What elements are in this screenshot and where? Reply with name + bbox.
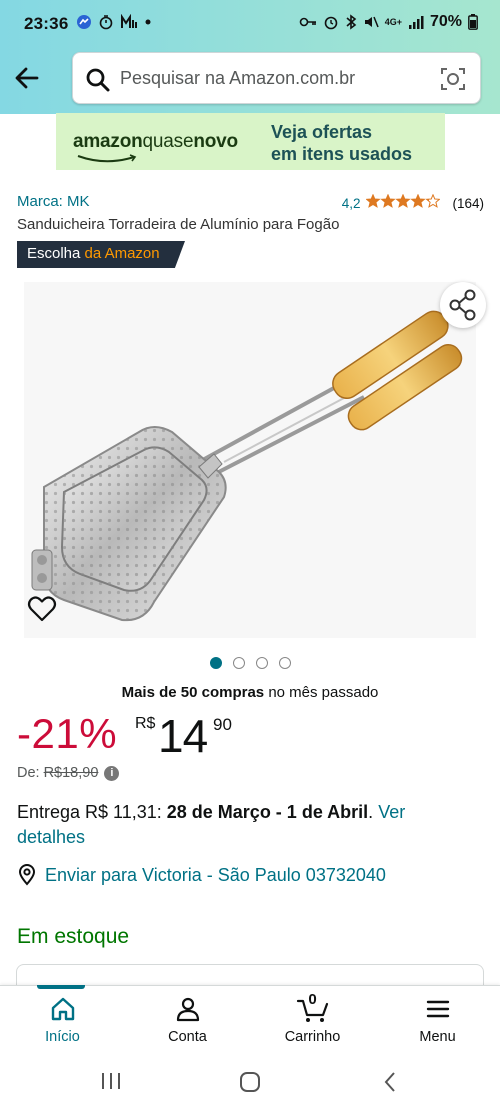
ship-to-text: Enviar para Victoria - São Paulo 0373204… bbox=[45, 864, 386, 885]
location-pin-icon bbox=[18, 864, 36, 886]
ship-to-location[interactable]: Enviar para Victoria - São Paulo 0373204… bbox=[17, 864, 386, 886]
nav-cart-label: Carrinho bbox=[284, 1029, 341, 1045]
status-left-icons bbox=[76, 14, 152, 30]
arrow-left-icon bbox=[15, 67, 39, 89]
brand-link[interactable]: Marca: MK bbox=[17, 193, 90, 210]
rating-count: (164) bbox=[452, 196, 484, 211]
heart-icon bbox=[27, 596, 57, 622]
nav-home[interactable]: Início bbox=[0, 985, 125, 1054]
back-system-button[interactable] bbox=[382, 1071, 398, 1098]
price-cents: 90 bbox=[213, 715, 232, 734]
notification-dot-icon bbox=[144, 18, 152, 26]
rating-score: 4,2 bbox=[341, 196, 361, 211]
status-right-icons: 4G+ 70% bbox=[299, 13, 478, 31]
banner-brand: amazonquasenovo bbox=[73, 131, 238, 152]
delivery-info: Entrega R$ 11,31: 28 de Março - 1 de Abr… bbox=[17, 802, 406, 847]
recent-apps-icon bbox=[102, 1073, 120, 1089]
image-dot-4[interactable] bbox=[279, 657, 291, 669]
key-icon bbox=[299, 15, 317, 29]
system-nav-bar bbox=[0, 1053, 500, 1111]
rating-stars bbox=[366, 194, 441, 213]
signal-icon bbox=[408, 15, 424, 29]
person-icon bbox=[125, 996, 250, 1024]
status-time: 23:36 bbox=[24, 14, 69, 33]
list-price: De: R$18,90 i bbox=[17, 765, 120, 781]
banner-cta: Veja ofertas em itens usados bbox=[271, 122, 413, 164]
image-pagination[interactable] bbox=[210, 657, 291, 669]
network-type: 4G+ bbox=[384, 16, 402, 27]
list-price-value: R$18,90 bbox=[43, 765, 99, 781]
battery-percent: 70% bbox=[429, 13, 462, 30]
image-dot-1[interactable] bbox=[210, 657, 222, 669]
info-icon[interactable]: i bbox=[104, 765, 120, 781]
alarm-icon bbox=[323, 14, 339, 30]
timer-icon bbox=[98, 14, 114, 30]
home-icon bbox=[0, 996, 125, 1024]
search-icon bbox=[85, 67, 111, 98]
status-bar: 23:36 4G+ 70% bbox=[0, 0, 500, 50]
home-circle-icon bbox=[240, 1072, 260, 1092]
back-button[interactable] bbox=[10, 60, 46, 96]
amazon-smile-icon bbox=[76, 151, 140, 169]
home-system-button[interactable] bbox=[239, 1071, 261, 1098]
wishlist-button[interactable] bbox=[26, 593, 58, 625]
messenger-icon bbox=[76, 14, 92, 30]
nav-account[interactable]: Conta bbox=[125, 986, 250, 1054]
menu-icon bbox=[375, 996, 500, 1024]
nav-menu[interactable]: Menu bbox=[375, 986, 500, 1054]
bottom-nav: Início Conta 0 Carrinho Menu bbox=[0, 985, 500, 1053]
delivery-dates: 28 de Março - 1 de Abril bbox=[166, 802, 369, 822]
bought-past-month: Mais de 50 compras no mês passado bbox=[121, 684, 379, 701]
product-image[interactable] bbox=[24, 282, 476, 638]
mute-icon bbox=[363, 14, 379, 30]
image-dot-2[interactable] bbox=[233, 657, 245, 669]
recent-apps-button[interactable] bbox=[100, 1071, 122, 1096]
product-title: Sanduicheira Torradeira de Alumínio para… bbox=[17, 216, 340, 233]
camera-search-icon[interactable] bbox=[439, 65, 467, 98]
rating-summary[interactable]: 4,2 (164) bbox=[342, 194, 484, 213]
discount-percent: -21% bbox=[17, 710, 118, 757]
battery-icon bbox=[468, 14, 478, 30]
nav-menu-label: Menu bbox=[419, 1029, 456, 1045]
search-input[interactable]: Pesquisar na Amazon.com.br bbox=[120, 68, 355, 89]
cart-count: 0 bbox=[308, 991, 317, 1008]
price-currency: R$ bbox=[135, 715, 156, 732]
stars-icon bbox=[366, 194, 441, 208]
price-whole: 14 bbox=[158, 710, 208, 762]
nav-cart[interactable]: 0 Carrinho bbox=[250, 986, 375, 1054]
image-dot-3[interactable] bbox=[256, 657, 268, 669]
amazon-choice-badge[interactable]: Escolha da Amazon bbox=[17, 241, 185, 268]
list-price-label: De: bbox=[17, 765, 40, 781]
sandwich-maker-image bbox=[31, 310, 463, 622]
app-header: 23:36 4G+ 70% Pesquisar na Amazon.com.br bbox=[0, 0, 500, 114]
quase-novo-banner[interactable]: amazonquasenovo Veja ofertas em itens usa… bbox=[56, 113, 445, 170]
app-m-icon bbox=[120, 14, 138, 30]
stock-status: Em estoque bbox=[17, 925, 130, 948]
bluetooth-icon bbox=[345, 14, 357, 30]
search-bar[interactable]: Pesquisar na Amazon.com.br bbox=[72, 52, 481, 104]
nav-home-label: Início bbox=[45, 1029, 80, 1045]
share-icon bbox=[449, 289, 476, 321]
share-button[interactable] bbox=[440, 282, 486, 328]
chevron-left-icon bbox=[384, 1072, 395, 1092]
nav-account-label: Conta bbox=[168, 1029, 207, 1045]
